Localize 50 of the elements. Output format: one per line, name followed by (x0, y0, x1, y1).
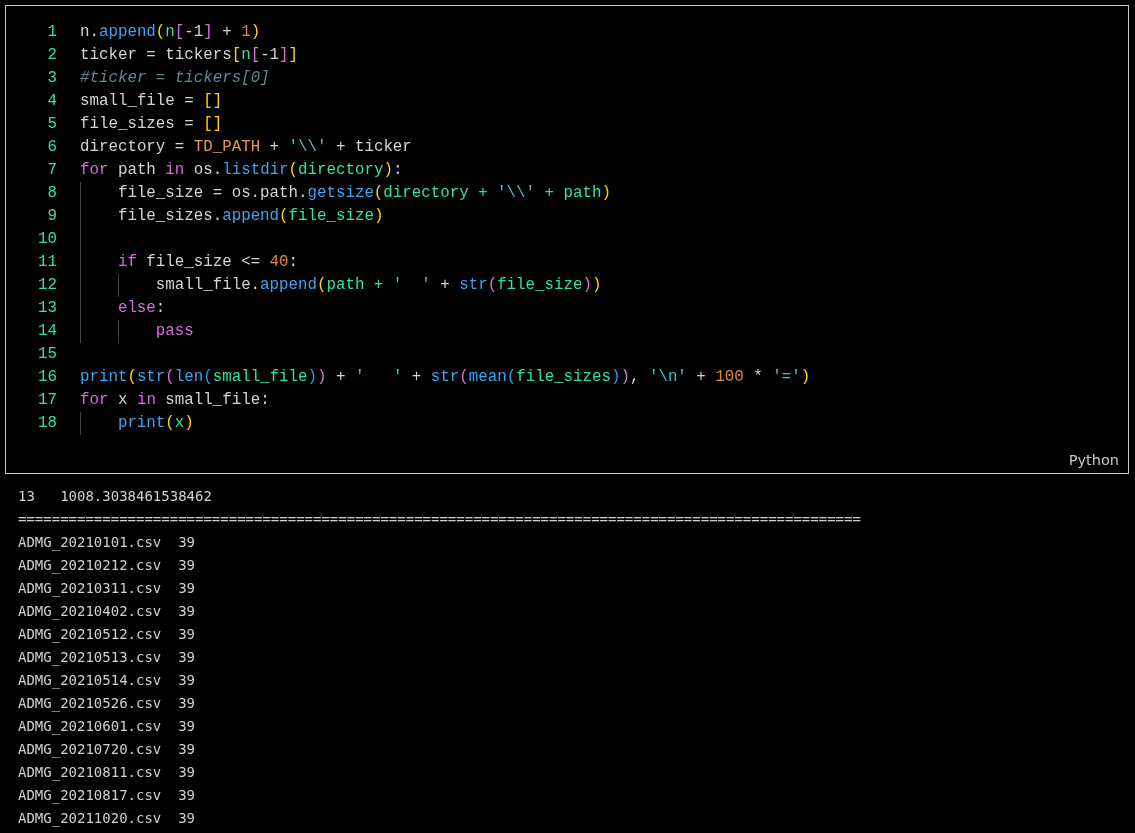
code-line: for x in small_file: (80, 390, 270, 411)
line-number: 13 (37, 298, 57, 319)
line-number: 10 (37, 229, 57, 250)
output-line: ADMG_20210514.csv 39 (18, 671, 195, 691)
line-number: 11 (37, 252, 57, 273)
output-line: ADMG_20210817.csv 39 (18, 786, 195, 806)
line-number: 12 (37, 275, 57, 296)
code-line: directory = TD_PATH + '\\' + ticker (80, 137, 412, 158)
code-line: if file_size <= 40: (117, 252, 299, 273)
code-line: file_size = os.path.getsize(directory + '\\' + path) (117, 183, 611, 204)
code-line: ticker = tickers[n[-1]] (80, 45, 299, 66)
line-number: 16 (37, 367, 57, 388)
line-number: 17 (37, 390, 57, 411)
output-line: ADMG_20210402.csv 39 (18, 602, 195, 622)
line-number: 7 (46, 160, 57, 181)
output-line: 13 1008.3038461538462 (18, 487, 212, 506)
code-line: file_sizes = [] (80, 114, 223, 135)
code-line: print(str(len(small_file)) + ' ' + str(mean(file_sizes)), '\n' + 100 * '=') (80, 367, 811, 388)
code-line: file_sizes.append(file_size) (117, 206, 384, 227)
output-line: ADMG_20210526.csv 39 (18, 694, 195, 714)
code-line: for path in os.listdir(directory): (80, 160, 403, 181)
line-number: 6 (46, 137, 57, 158)
code-line: print(x) (117, 413, 194, 434)
line-number: 4 (46, 91, 57, 112)
language-label: Python (1068, 452, 1119, 468)
code-line: small_file = [] (80, 91, 223, 112)
line-number: 8 (46, 183, 57, 204)
output-line: ADMG_20210512.csv 39 (18, 625, 195, 645)
code-line: small_file.append(path + ' ' + str(file_size)) (155, 275, 602, 296)
code-line: n.append(n[-1] + 1) (80, 22, 261, 43)
output-line: ADMG_20210311.csv 39 (18, 579, 195, 599)
output-line: ADMG_20210811.csv 39 (18, 763, 195, 783)
output-line: ADMG_20210212.csv 39 (18, 556, 195, 576)
output-line: ADMG_20210720.csv 39 (18, 740, 195, 760)
output-line: ADMG_20210601.csv 39 (18, 717, 195, 737)
line-number: 3 (46, 68, 57, 89)
code-line: #ticker = tickers[0] (80, 68, 270, 89)
output-line: ADMG_20210101.csv 39 (18, 533, 195, 553)
line-number: 9 (46, 206, 57, 227)
line-number: 18 (37, 413, 57, 434)
line-number: 15 (37, 344, 57, 365)
line-number: 2 (46, 45, 57, 66)
line-number: 14 (37, 321, 57, 342)
output-line: ADMG_20211020.csv 39 (18, 809, 195, 829)
code-line: pass (155, 321, 194, 342)
line-number: 5 (46, 114, 57, 135)
output-line: ==================================================================================================== (18, 510, 861, 529)
line-number: 1 (46, 22, 57, 43)
output-line: ADMG_20210513.csv 39 (18, 648, 195, 668)
code-line: else: (117, 298, 166, 319)
